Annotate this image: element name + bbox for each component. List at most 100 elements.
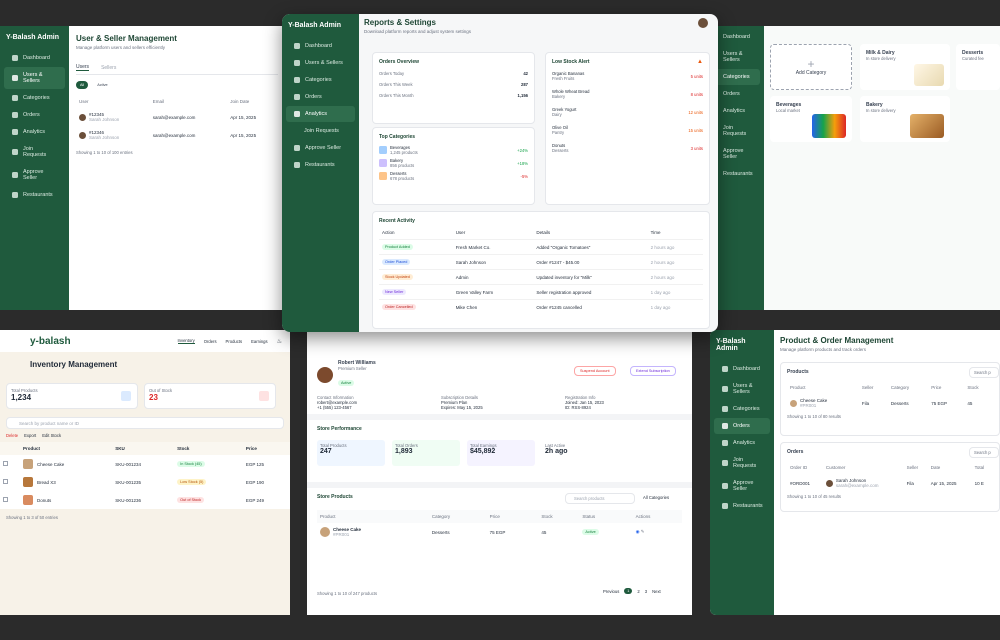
nav-inventory[interactable]: Inventory [177, 338, 195, 344]
filter-all[interactable]: All [76, 81, 89, 89]
category-card[interactable]: Milk & Dairy In store delivery [860, 44, 950, 90]
plus-icon: + [807, 57, 815, 71]
reports-settings-screen: Y-Balash Admin Dashboard Users & Sellers… [282, 14, 718, 332]
table-row[interactable]: #12345 Sarah Johnson sarah@example.com Ap… [76, 108, 278, 126]
pagination: Previous 1 2 3 Next [603, 588, 661, 594]
grid-icon [294, 77, 300, 83]
suspend-account-button[interactable]: Suspend Account [574, 366, 616, 376]
table-row[interactable]: Bread X3 SKU-001235 Low Stock (5) EGP 190 [0, 473, 290, 491]
nav-restaurants[interactable]: Restaurants [714, 498, 770, 514]
export-button[interactable]: Export [24, 433, 36, 438]
product-thumb [23, 459, 33, 469]
nav-analytics[interactable]: Analytics [4, 124, 65, 140]
nav-orders[interactable]: Orders [204, 339, 217, 344]
nav-dashboard[interactable]: Dashboard [286, 38, 355, 54]
status-badge: Active [338, 380, 355, 386]
profile-avatar[interactable] [698, 18, 708, 28]
brand-title: Y-Balash Admin [716, 338, 746, 352]
table-row[interactable]: Stock Updated Admin Updated inventory for … [379, 269, 703, 285]
search-input[interactable]: Search p [969, 447, 999, 458]
nav-products[interactable]: Products [226, 339, 243, 344]
table-row[interactable]: Cheese Cake #PR001 Fila Desserts 75 EGP 4… [787, 394, 993, 412]
view-icon[interactable]: ◉ [636, 529, 640, 534]
page-3-button[interactable]: 3 [645, 589, 647, 594]
nav-earnings[interactable]: Earnings [251, 339, 268, 344]
nav-dashboard[interactable]: Dashboard [714, 361, 770, 377]
checkbox[interactable] [3, 461, 8, 466]
stat-total-products: Total Products 1,234 [6, 383, 138, 409]
nav-dashboard[interactable]: Dashboard [4, 50, 65, 66]
nav-analytics[interactable]: Analytics [714, 435, 770, 451]
category-card[interactable]: Beverages Local market [770, 96, 852, 142]
dessert-icon [379, 172, 387, 180]
stock-badge: In Stock (45) [177, 461, 205, 467]
search-input[interactable]: Search products [565, 493, 635, 504]
nav-approve-seller[interactable]: Approve Seller [286, 140, 355, 156]
brand-title: Y-Balash Admin [6, 34, 60, 41]
cart-icon [722, 423, 728, 429]
add-category-card[interactable]: + Add Category [770, 44, 852, 90]
table-row[interactable]: Order Placed Sarah Johnson Order #1247 - $… [379, 254, 703, 270]
nav-join-requests[interactable]: Join Requests [714, 452, 770, 474]
prev-page-button[interactable]: Previous [603, 589, 619, 594]
status-badge: Active [582, 529, 599, 535]
category-select[interactable]: All Categories [643, 495, 669, 500]
nav-categories[interactable]: Categories [4, 90, 65, 106]
cart-icon [12, 112, 18, 118]
nav-categories[interactable]: Categories [714, 401, 770, 417]
grid-icon [12, 95, 18, 101]
category-card[interactable]: Desserts Curated fee [956, 44, 1000, 90]
nav-restaurants[interactable]: Restaurants [286, 157, 355, 173]
nav-categories[interactable]: Categories [286, 72, 355, 88]
page-2-button[interactable]: 2 [637, 589, 639, 594]
nav-users-sellers[interactable]: Users & Sellers [4, 67, 65, 89]
chart-icon [12, 129, 18, 135]
edit-icon[interactable]: ✎ [641, 529, 645, 534]
page-title: Inventory Management [30, 360, 118, 369]
seller-tier: Premium Seller [338, 366, 367, 371]
search-input[interactable]: Search by product name or ID [6, 417, 284, 429]
nav-orders[interactable]: Orders [4, 107, 65, 123]
table-row[interactable]: #12346 Sarah Johnson sarah@example.com Ap… [76, 126, 278, 144]
nav-users-sellers[interactable]: Users & Sellers [714, 378, 770, 400]
seller-profile-screen: Robert Williams Premium Seller Active Su… [307, 330, 692, 615]
nav-join-requests[interactable]: Join Requests [4, 141, 65, 163]
search-input[interactable]: Search p [969, 367, 999, 378]
next-page-button[interactable]: Next [652, 589, 661, 594]
table-row[interactable]: Cheese Cake SKU-001234 In Stock (45) EGP 12… [0, 455, 290, 473]
nav-analytics[interactable]: Analytics [286, 106, 355, 122]
nav-approve-seller[interactable]: Approve Seller [714, 475, 770, 497]
nav-orders[interactable]: Orders [714, 418, 770, 434]
table-row[interactable]: #ORD001 Sarah Johnson sarah@example.com F… [787, 474, 993, 492]
table-row[interactable]: New Seller Green Valley Farm Seller regist… [379, 284, 703, 300]
checkbox[interactable] [3, 479, 8, 484]
tab-sellers[interactable]: Sellers [101, 65, 116, 71]
table-row[interactable]: Cheese Cake #PR001 Desserts 75 EGP 45 Act… [317, 523, 682, 541]
nav-approve-seller[interactable]: Approve Seller [4, 164, 65, 186]
stat-total-products: Total Products 247 [317, 440, 385, 466]
brand-title: Y-Balash Admin [288, 22, 342, 29]
table-row[interactable]: Product Added Fresh Market Co. Added "Orga… [379, 239, 703, 255]
edit-stock-button[interactable]: Edit Stock [42, 433, 61, 438]
nav-orders[interactable]: Orders [286, 89, 355, 105]
filter-active[interactable]: Active [94, 82, 110, 88]
tab-users[interactable]: Users [76, 64, 90, 71]
checkbox[interactable] [3, 497, 8, 502]
action-badge: Stock Updated [382, 274, 413, 280]
check-icon [12, 172, 18, 178]
nav-restaurants[interactable]: Restaurants [4, 187, 65, 203]
utensils-icon [722, 503, 728, 509]
table-row[interactable]: Donuts SKU-001236 Out of Stock EGP 249 [0, 491, 290, 509]
bell-icon[interactable]: ♨ [277, 338, 282, 345]
table-row[interactable]: Order Cancelled Mike Chen Order #1245 canc… [379, 299, 703, 315]
page-1-button[interactable]: 1 [624, 588, 633, 594]
nav-join-requests[interactable]: Join Requests [286, 123, 355, 139]
delete-button[interactable]: Delete [6, 433, 18, 438]
extend-subscription-button[interactable]: Extend Subscription [630, 366, 676, 376]
top-nav: y-balash Inventory Orders Products Earni… [0, 330, 290, 352]
orders-overview-card: Orders Overview Orders Today 42 Orders Th… [372, 52, 535, 124]
nav-users-sellers[interactable]: Users & Sellers [286, 55, 355, 71]
users-icon [12, 75, 18, 81]
stock-badge: Out of Stock [177, 497, 205, 503]
category-card[interactable]: Bakery In store delivery [860, 96, 950, 142]
